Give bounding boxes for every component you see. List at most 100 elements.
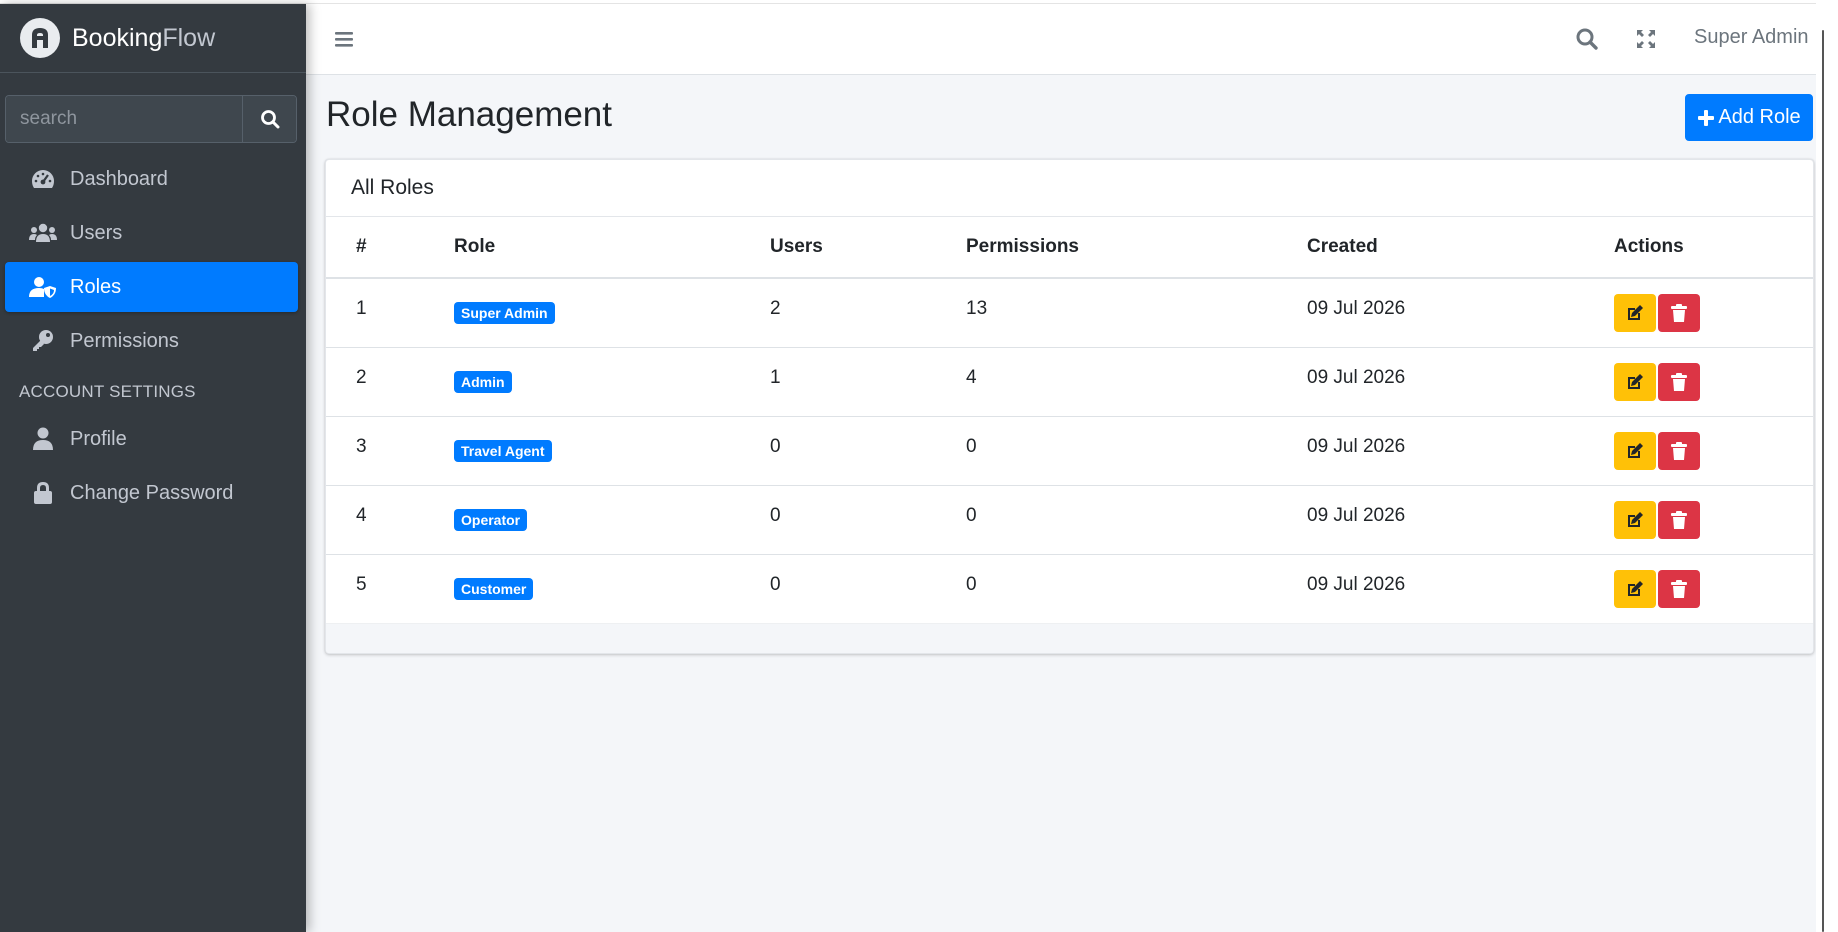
delete-button[interactable] <box>1658 569 1700 608</box>
column-header-role: Role <box>454 217 770 279</box>
row-number: 1 <box>356 297 367 319</box>
column-header-number: # <box>326 217 454 279</box>
column-header-created: Created <box>1307 217 1614 279</box>
window-right-edge <box>1816 0 1838 932</box>
cell-role: Admin <box>454 347 770 417</box>
add-role-button[interactable]: Add Role <box>1685 94 1813 141</box>
topbar: Super Admin <box>306 4 1816 75</box>
edit-button[interactable] <box>1614 431 1656 470</box>
role-badge: Customer <box>454 577 534 600</box>
brand-logo <box>20 18 60 58</box>
account-settings-header: ACCOUNT SETTINGS <box>19 382 196 401</box>
cell-number: 3 <box>326 416 454 486</box>
cell-permissions: 13 <box>966 278 1307 348</box>
permission-count: 0 <box>966 504 977 526</box>
brand[interactable]: BookingFlow <box>0 4 306 73</box>
cell-created: 09 Jul 2026 <box>1307 554 1614 623</box>
lock-icon <box>28 481 58 505</box>
delete-button[interactable] <box>1658 293 1700 332</box>
sidebar-item-dashboard[interactable]: Dashboard <box>5 154 298 204</box>
edit-icon <box>1625 579 1645 599</box>
row-number: 4 <box>356 504 367 526</box>
permission-count: 4 <box>966 366 977 388</box>
add-role-label: Add Role <box>1718 106 1801 128</box>
sidebar-nav: Dashboard Users Roles Permissions ACCOUN… <box>0 154 306 522</box>
row-number: 5 <box>356 573 367 595</box>
brand-name-light: Flow <box>162 23 216 52</box>
sidebar-search-input[interactable] <box>6 96 242 142</box>
role-badge: Admin <box>454 370 512 393</box>
sidebar-item-roles[interactable]: Roles <box>5 262 298 312</box>
sidebar-item-label: Roles <box>70 275 122 298</box>
cell-created: 09 Jul 2026 <box>1307 347 1614 417</box>
edit-button[interactable] <box>1614 362 1656 401</box>
edit-icon <box>1625 441 1645 461</box>
sidebar-item-label: Profile <box>70 427 127 450</box>
edit-icon <box>1625 510 1645 530</box>
table-header-row: # Role Users Permissions Created Actions <box>326 217 1813 279</box>
cell-created: 09 Jul 2026 <box>1307 416 1614 486</box>
search-icon <box>260 110 279 129</box>
cell-number: 4 <box>326 485 454 555</box>
sidebar-item-users[interactable]: Users <box>5 208 298 258</box>
table-row: 3 Travel Agent 0 0 09 Jul 2026 <box>326 416 1813 486</box>
main-content: Role Management Add Role All Roles # Rol… <box>306 75 1816 932</box>
row-number: 3 <box>356 435 367 457</box>
user-menu[interactable]: Super Admin <box>1694 26 1809 49</box>
cell-permissions: 0 <box>966 485 1307 555</box>
delete-button[interactable] <box>1658 500 1700 539</box>
role-badge: Super Admin <box>454 301 555 324</box>
scrollbar-track[interactable] <box>1822 30 1824 932</box>
cell-permissions: 0 <box>966 554 1307 623</box>
created-date: 09 Jul 2026 <box>1307 366 1406 388</box>
table-row: 4 Operator 0 0 09 Jul 2026 <box>326 485 1813 555</box>
cell-users: 0 <box>770 485 966 555</box>
menu-toggle-icon[interactable] <box>332 27 356 51</box>
cell-permissions: 4 <box>966 347 1307 417</box>
created-date: 09 Jul 2026 <box>1307 504 1406 526</box>
brand-name-bold: Booking <box>72 23 163 52</box>
trash-icon <box>1670 510 1688 530</box>
search-icon[interactable] <box>1574 26 1600 52</box>
sidebar-item-label: Users <box>70 221 123 244</box>
edit-button[interactable] <box>1614 569 1656 608</box>
user-count: 0 <box>770 435 781 457</box>
edit-button[interactable] <box>1614 293 1656 332</box>
column-header-users: Users <box>770 217 966 279</box>
cell-users: 1 <box>770 347 966 417</box>
column-header-permissions: Permissions <box>966 217 1307 279</box>
sidebar-item-profile[interactable]: Profile <box>5 414 298 464</box>
permission-count: 0 <box>966 435 977 457</box>
sidebar-item-permissions[interactable]: Permissions <box>5 316 298 366</box>
role-badge: Travel Agent <box>454 439 552 462</box>
user-count: 2 <box>770 297 781 319</box>
user-icon <box>28 427 58 451</box>
cell-created: 09 Jul 2026 <box>1307 485 1614 555</box>
sidebar-item-change-password[interactable]: Change Password <box>5 468 298 518</box>
roles-table: # Role Users Permissions Created Actions… <box>326 217 1813 623</box>
user-shield-icon <box>28 275 58 299</box>
sidebar-item-label: Change Password <box>70 481 234 504</box>
sidebar: BookingFlow Dashboard <box>0 4 306 932</box>
created-date: 09 Jul 2026 <box>1307 573 1406 595</box>
edit-icon <box>1625 372 1645 392</box>
cell-number: 2 <box>326 347 454 417</box>
trash-icon <box>1670 579 1688 599</box>
cell-actions <box>1614 278 1813 348</box>
edit-button[interactable] <box>1614 500 1656 539</box>
trash-icon <box>1670 303 1688 323</box>
roles-card: All Roles # Role Users Permissions Creat… <box>325 159 1814 654</box>
table-row: 2 Admin 1 4 09 Jul 2026 <box>326 347 1813 417</box>
delete-button[interactable] <box>1658 362 1700 401</box>
cell-actions <box>1614 485 1813 555</box>
sidebar-search <box>5 95 297 143</box>
cell-users: 0 <box>770 554 966 623</box>
fullscreen-icon[interactable] <box>1633 26 1659 52</box>
user-count: 1 <box>770 366 781 388</box>
delete-button[interactable] <box>1658 431 1700 470</box>
card-footer <box>326 623 1813 653</box>
plus-icon <box>1697 105 1715 131</box>
sidebar-search-button[interactable] <box>242 96 296 142</box>
cell-permissions: 0 <box>966 416 1307 486</box>
cell-role: Super Admin <box>454 278 770 348</box>
